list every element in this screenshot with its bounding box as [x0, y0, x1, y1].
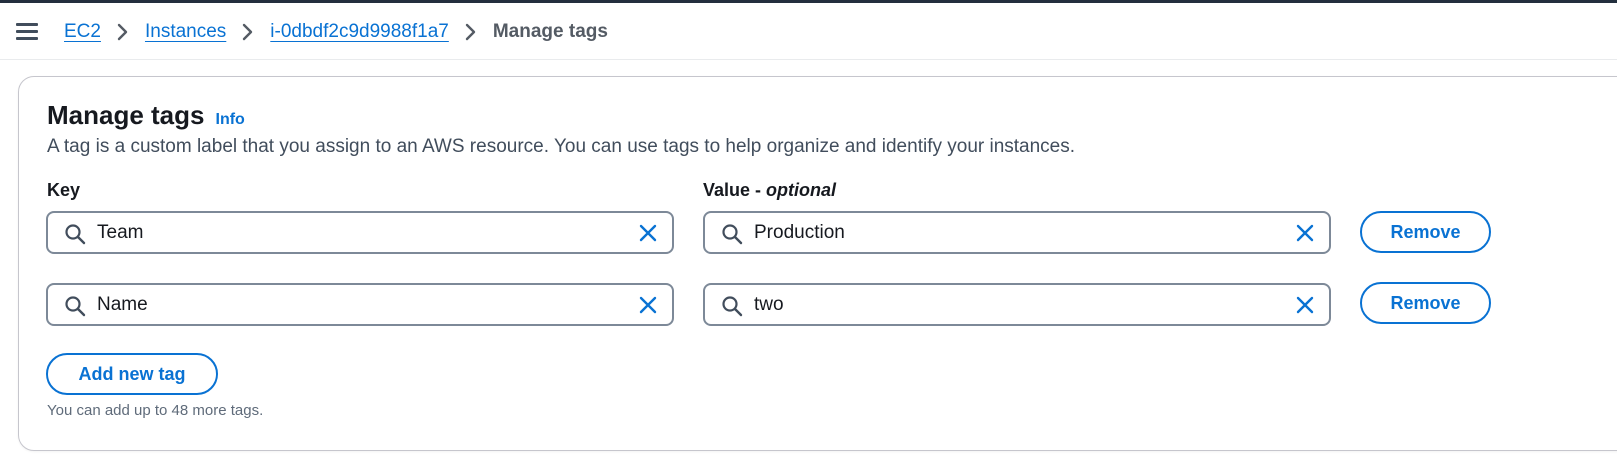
chevron-right-icon [101, 19, 145, 45]
tag-value-field[interactable] [703, 283, 1331, 326]
tag-key-field[interactable] [46, 283, 674, 326]
close-icon[interactable] [1295, 295, 1315, 315]
breadcrumb-current: Manage tags [492, 21, 608, 42]
search-icon [65, 224, 86, 245]
tag-value-input[interactable] [754, 291, 1274, 319]
search-icon [722, 224, 743, 245]
panel-description: A tag is a custom label that you assign … [47, 136, 1076, 157]
breadcrumb-bar: EC2 Instances i-0dbdf2c9d9988f1a7 Manage… [0, 3, 1617, 60]
tag-key-input[interactable] [97, 219, 617, 247]
close-icon[interactable] [638, 223, 658, 243]
key-label: Key [47, 180, 81, 200]
tag-value-input[interactable] [754, 219, 1274, 247]
key-column-label: Key [47, 180, 80, 201]
value-column-label: Value - optional [703, 180, 836, 201]
panel-header: Manage tags Info [47, 100, 245, 131]
search-icon [722, 296, 743, 317]
breadcrumb-instance-id[interactable]: i-0dbdf2c9d9988f1a7 [270, 21, 449, 43]
add-new-tag-button[interactable]: Add new tag [46, 353, 218, 395]
close-icon[interactable] [638, 295, 658, 315]
value-label: Value - [703, 180, 767, 200]
tag-limit-hint: You can add up to 48 more tags. [47, 402, 264, 419]
tag-value-field[interactable] [703, 211, 1331, 254]
breadcrumb-ec2[interactable]: EC2 [64, 21, 101, 43]
tag-key-field[interactable] [46, 211, 674, 254]
info-link[interactable]: Info [216, 111, 245, 129]
chevron-right-icon [449, 19, 493, 45]
search-icon [65, 296, 86, 317]
remove-tag-button[interactable]: Remove [1360, 282, 1491, 324]
breadcrumb-instances[interactable]: Instances [145, 21, 226, 43]
chevron-right-icon [226, 19, 270, 45]
breadcrumb: EC2 Instances i-0dbdf2c9d9988f1a7 Manage… [64, 19, 608, 45]
menu-icon[interactable] [16, 23, 38, 41]
close-icon[interactable] [1295, 223, 1315, 243]
value-label-optional: optional [766, 180, 837, 200]
manage-tags-panel: Manage tags Info A tag is a custom label… [18, 76, 1617, 451]
page-title: Manage tags [47, 100, 205, 130]
remove-tag-button[interactable]: Remove [1360, 211, 1491, 253]
tag-key-input[interactable] [97, 291, 617, 319]
